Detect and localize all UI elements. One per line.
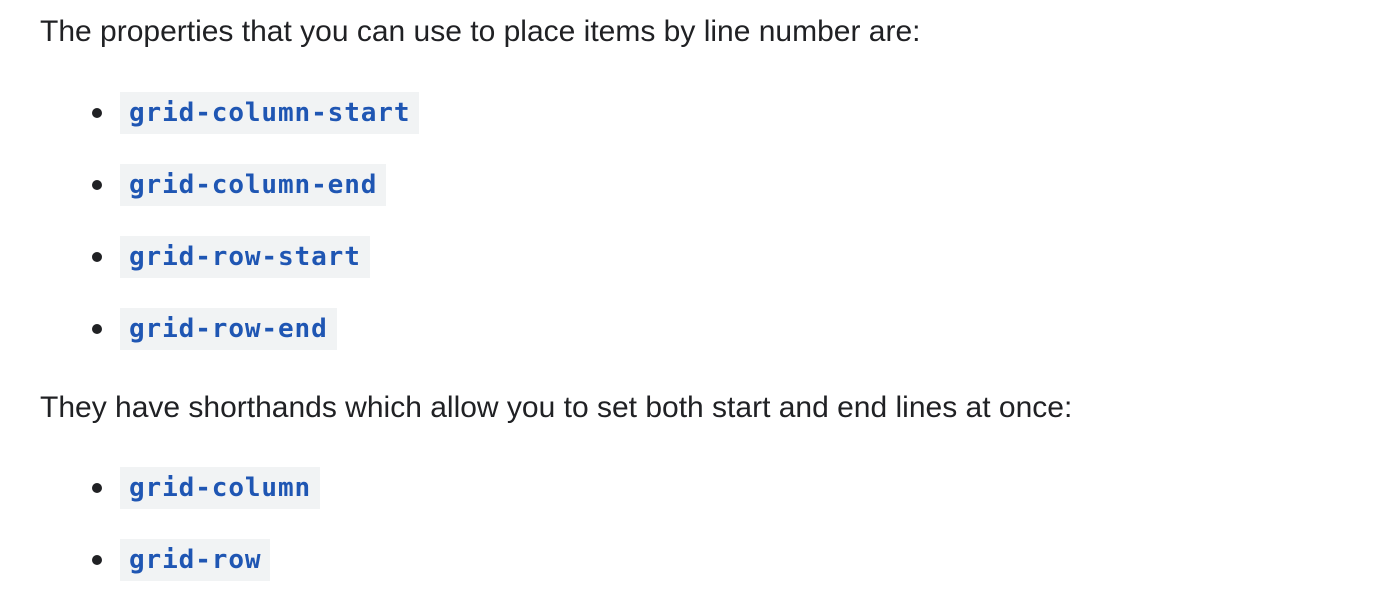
code-grid-row: grid-row bbox=[120, 539, 271, 581]
bullet-icon bbox=[92, 252, 102, 262]
code-grid-row-end: grid-row-end bbox=[120, 308, 337, 350]
code-grid-column: grid-column bbox=[120, 467, 321, 509]
bullet-icon bbox=[92, 180, 102, 190]
shorthand-paragraph: They have shorthands which allow you to … bbox=[40, 391, 1073, 424]
bullet-icon bbox=[92, 555, 102, 565]
intro-paragraph: The properties that you can use to place… bbox=[40, 15, 921, 48]
bullet-icon bbox=[92, 483, 102, 493]
code-grid-column-start: grid-column-start bbox=[120, 92, 420, 134]
bullet-icon bbox=[92, 108, 102, 118]
code-grid-row-start: grid-row-start bbox=[120, 236, 370, 278]
bullet-icon bbox=[92, 324, 102, 334]
code-grid-column-end: grid-column-end bbox=[120, 164, 387, 206]
